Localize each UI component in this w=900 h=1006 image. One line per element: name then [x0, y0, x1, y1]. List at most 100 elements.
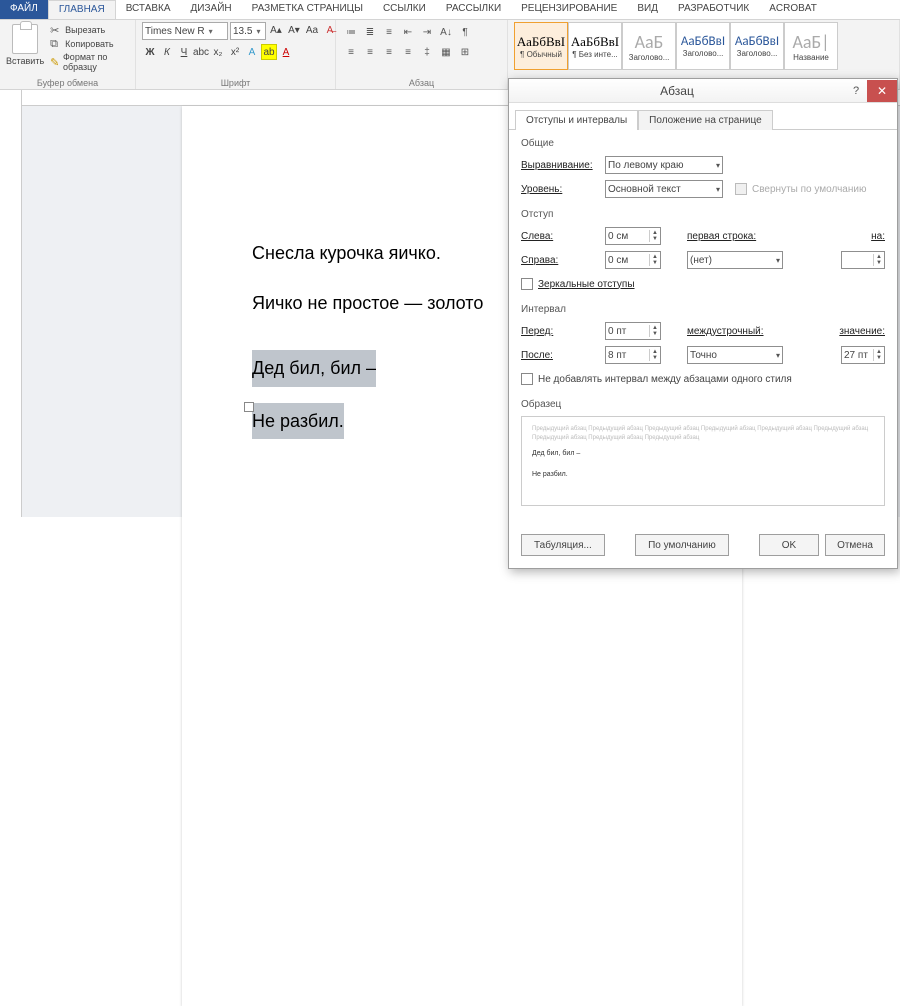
- style-heading3[interactable]: АаБбВвІЗаголово...: [730, 22, 784, 70]
- level-label: Уровень:: [521, 184, 599, 195]
- tab-developer[interactable]: РАЗРАБОТЧИК: [668, 0, 759, 19]
- tab-acrobat[interactable]: ACROBAT: [759, 0, 827, 19]
- grow-font-button[interactable]: A▴: [268, 22, 284, 38]
- align-center-button[interactable]: ≡: [361, 44, 379, 60]
- justify-button[interactable]: ≡: [399, 44, 417, 60]
- collapse-label: Свернуты по умолчанию: [752, 184, 866, 195]
- mirror-indent-checkbox-row[interactable]: Зеркальные отступы: [521, 274, 885, 294]
- default-button[interactable]: По умолчанию: [635, 534, 729, 556]
- alignment-combo[interactable]: По левому краю▾: [605, 156, 723, 174]
- section-general: Общие: [521, 138, 885, 149]
- space-after-spinner[interactable]: 8 пт▲▼: [605, 346, 661, 364]
- highlight-button[interactable]: ab: [261, 44, 277, 60]
- align-left-button[interactable]: ≡: [342, 44, 360, 60]
- brush-icon: [50, 56, 60, 68]
- ok-button[interactable]: OK: [759, 534, 819, 556]
- font-size-value: 13.5: [233, 26, 252, 37]
- shading-button[interactable]: ▦: [437, 44, 455, 60]
- tab-page-layout[interactable]: РАЗМЕТКА СТРАНИЦЫ: [242, 0, 373, 19]
- line-spacing-button[interactable]: ‡: [418, 44, 436, 60]
- space-after-label: После:: [521, 350, 599, 361]
- no-space-same-style-checkbox[interactable]: [521, 373, 533, 385]
- space-before-label: Перед:: [521, 326, 599, 337]
- align-right-button[interactable]: ≡: [380, 44, 398, 60]
- copy-icon: [50, 38, 62, 50]
- text-effects-button[interactable]: A: [244, 44, 260, 60]
- dialog-tab-indents[interactable]: Отступы и интервалы: [515, 110, 638, 130]
- font-size-combo[interactable]: 13.5▾: [230, 22, 266, 40]
- superscript-button[interactable]: x²: [227, 44, 243, 60]
- space-before-spinner[interactable]: 0 пт▲▼: [605, 322, 661, 340]
- level-combo[interactable]: Основной текст▾: [605, 180, 723, 198]
- style-heading1[interactable]: АаБЗаголово...: [622, 22, 676, 70]
- tab-references[interactable]: ССЫЛКИ: [373, 0, 436, 19]
- paste-label: Вставить: [6, 56, 44, 66]
- first-line-combo[interactable]: (нет)▾: [687, 251, 783, 269]
- format-painter-button[interactable]: Формат по образцу: [50, 52, 129, 72]
- tabs-button[interactable]: Табуляция...: [521, 534, 605, 556]
- first-line-label: первая строка:: [687, 231, 779, 242]
- paragraph-group-label: Абзац: [342, 78, 501, 89]
- copy-button[interactable]: Копировать: [50, 38, 129, 50]
- paste-options-tag[interactable]: [244, 402, 254, 412]
- clipboard-icon: [12, 24, 38, 54]
- underline-button[interactable]: Ч: [176, 44, 192, 60]
- tab-view[interactable]: ВИД: [627, 0, 668, 19]
- strike-button[interactable]: abc: [193, 44, 209, 60]
- line-spacing-combo[interactable]: Точно▾: [687, 346, 783, 364]
- bold-button[interactable]: Ж: [142, 44, 158, 60]
- show-marks-button[interactable]: ¶: [456, 24, 474, 40]
- by-label: на:: [871, 231, 885, 242]
- scissors-icon: [50, 24, 62, 36]
- font-group-label: Шрифт: [142, 78, 329, 89]
- vertical-ruler[interactable]: [0, 90, 22, 517]
- format-painter-label: Формат по образцу: [63, 52, 129, 72]
- no-space-same-style-row[interactable]: Не добавлять интервал между абзацами одн…: [521, 369, 885, 389]
- line-spacing-at-spinner[interactable]: 27 пт▲▼: [841, 346, 885, 364]
- numbering-button[interactable]: ≣: [361, 24, 379, 40]
- dialog-tab-position[interactable]: Положение на странице: [638, 110, 772, 130]
- collapse-checkbox: [735, 183, 747, 195]
- style-heading2[interactable]: АаБбВвІЗаголово...: [676, 22, 730, 70]
- selected-text-2: Не разбил.: [252, 403, 344, 439]
- decrease-indent-button[interactable]: ⇤: [399, 24, 417, 40]
- first-line-by-spinner[interactable]: ▲▼: [841, 251, 885, 269]
- style-no-spacing[interactable]: АаБбВвІ¶ Без инте...: [568, 22, 622, 70]
- borders-button[interactable]: ⊞: [456, 44, 474, 60]
- font-color-button[interactable]: A: [278, 44, 294, 60]
- tab-file[interactable]: ФАЙЛ: [0, 0, 48, 19]
- tab-mailings[interactable]: РАССЫЛКИ: [436, 0, 511, 19]
- mirror-indent-checkbox[interactable]: [521, 278, 533, 290]
- tab-insert[interactable]: ВСТАВКА: [116, 0, 181, 19]
- cancel-button[interactable]: Отмена: [825, 534, 885, 556]
- paste-button[interactable]: Вставить: [6, 22, 44, 66]
- font-family-combo[interactable]: Times New R▾: [142, 22, 228, 40]
- sort-button[interactable]: A↓: [437, 24, 455, 40]
- paragraph-dialog: Абзац ? ✕ Отступы и интервалы Положение …: [508, 78, 898, 569]
- indent-left-spinner[interactable]: 0 см▲▼: [605, 227, 661, 245]
- indent-right-spinner[interactable]: 0 см▲▼: [605, 251, 661, 269]
- bullets-button[interactable]: ≔: [342, 24, 360, 40]
- shrink-font-button[interactable]: A▾: [286, 22, 302, 38]
- increase-indent-button[interactable]: ⇥: [418, 24, 436, 40]
- line-spacing-label: междустрочный:: [687, 326, 779, 337]
- style-normal[interactable]: АаБбВвІ¶ Обычный: [514, 22, 568, 70]
- alignment-label: Выравнивание:: [521, 160, 599, 171]
- dialog-close-button[interactable]: ✕: [867, 80, 897, 102]
- mirror-indent-label: Зеркальные отступы: [538, 279, 635, 290]
- dialog-title: Абзац: [509, 84, 845, 98]
- multilevel-button[interactable]: ≡: [380, 24, 398, 40]
- tab-design[interactable]: ДИЗАЙН: [181, 0, 242, 19]
- indent-left-label: Слева:: [521, 231, 599, 242]
- dialog-help-button[interactable]: ?: [845, 80, 867, 102]
- tab-home[interactable]: ГЛАВНАЯ: [48, 0, 116, 19]
- section-preview: Образец: [521, 399, 885, 410]
- preview-box: Предыдущий абзац Предыдущий абзац Предыд…: [521, 416, 885, 506]
- change-case-button[interactable]: Aa: [304, 22, 320, 38]
- style-title[interactable]: АаБ|Название: [784, 22, 838, 70]
- italic-button[interactable]: К: [159, 44, 175, 60]
- cut-button[interactable]: Вырезать: [50, 24, 129, 36]
- subscript-button[interactable]: x₂: [210, 44, 226, 60]
- tab-review[interactable]: РЕЦЕНЗИРОВАНИЕ: [511, 0, 627, 19]
- cut-label: Вырезать: [65, 25, 105, 35]
